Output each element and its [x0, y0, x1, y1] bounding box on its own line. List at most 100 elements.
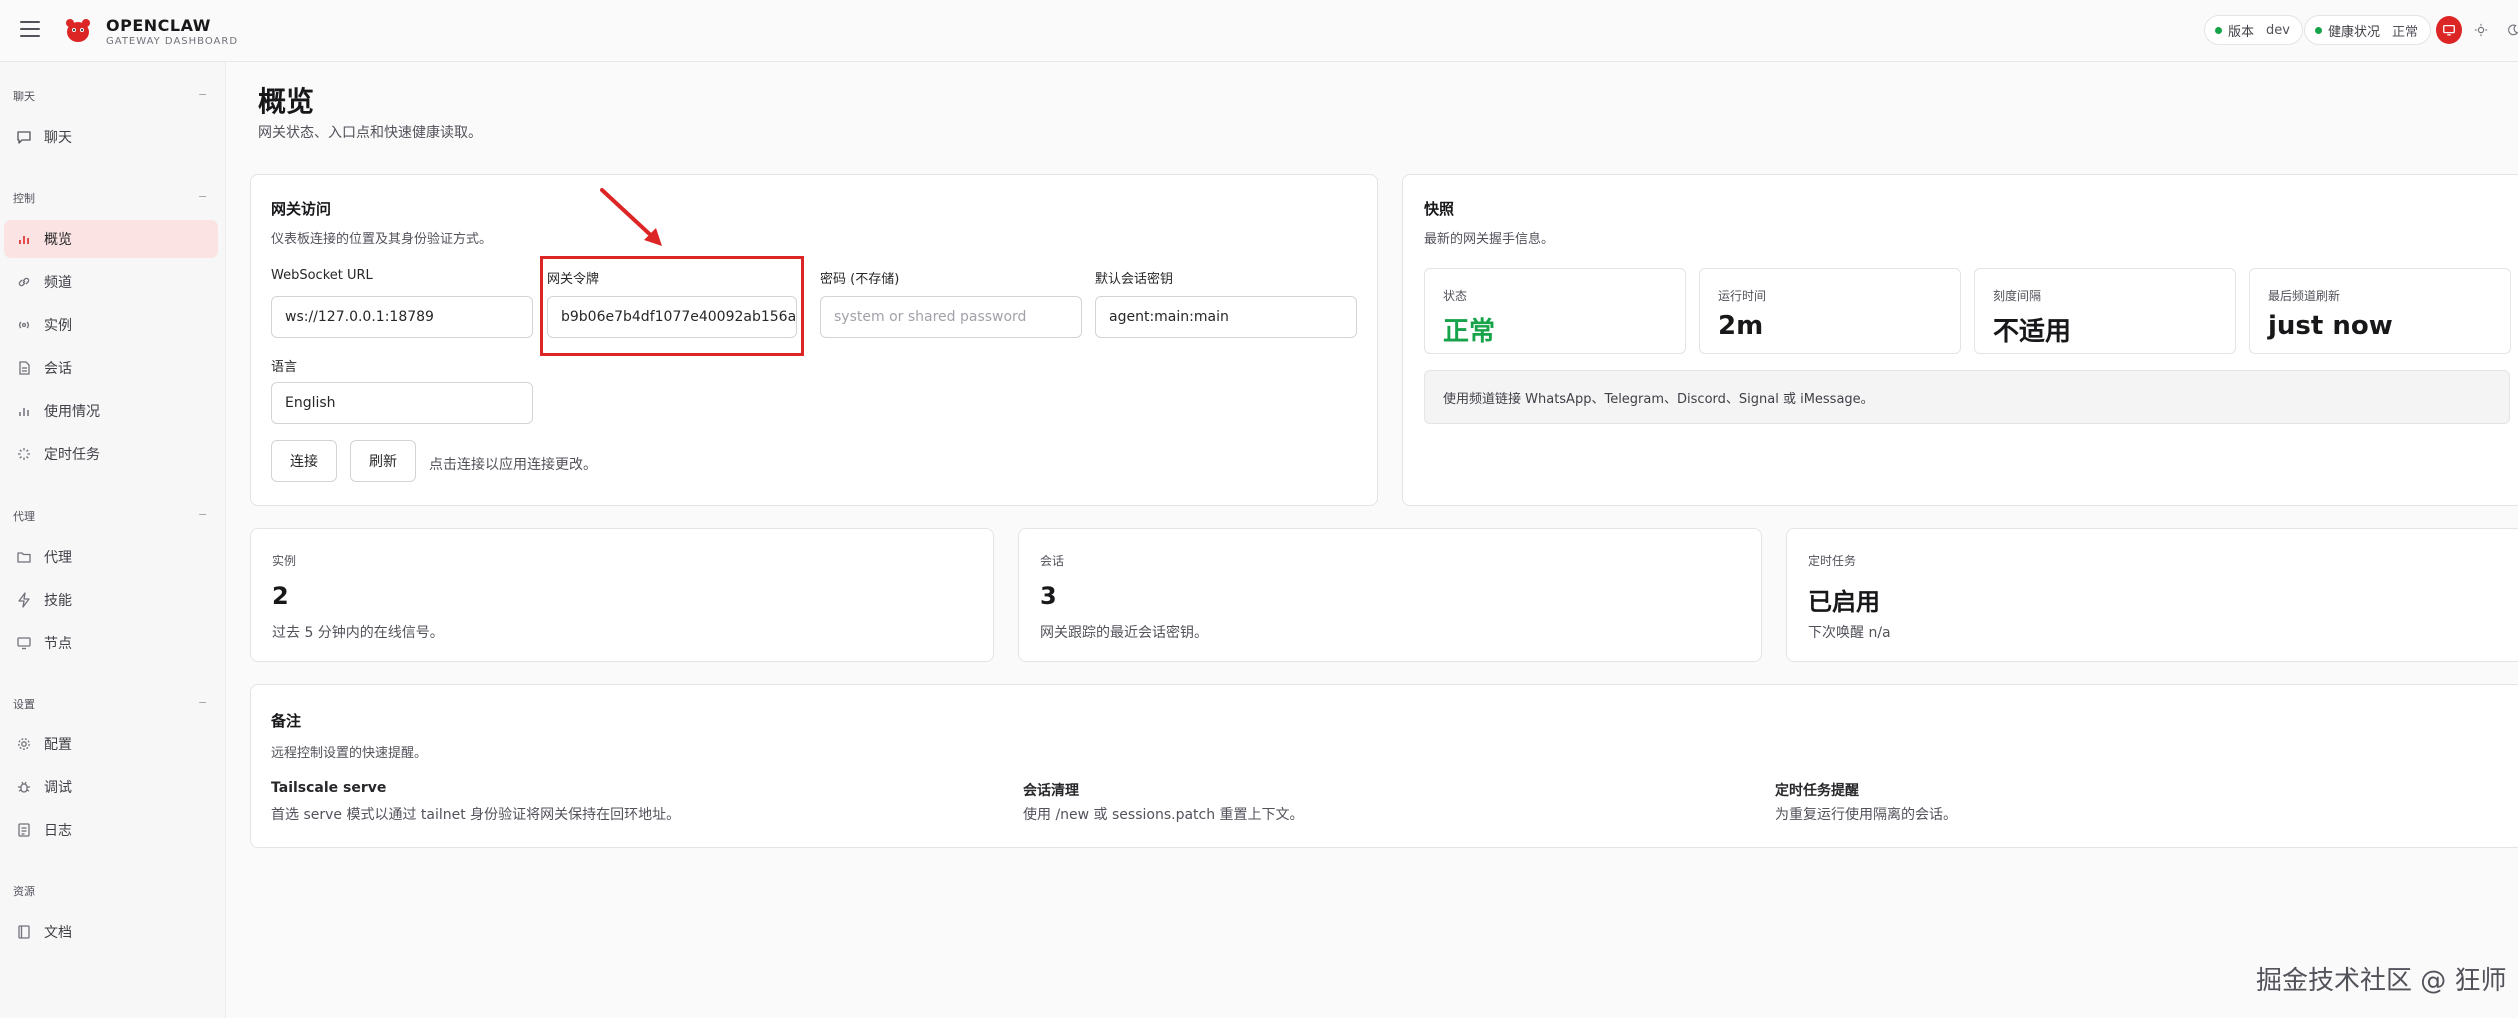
sidebar-item-channels[interactable]: 频道: [4, 263, 218, 301]
stat-label: 最后频道刷新: [2268, 289, 2341, 303]
arrow-annotation-icon: [600, 188, 662, 246]
page-subtitle: 网关状态、入口点和快速健康读取。: [258, 125, 482, 141]
stat-value: 不适用: [1993, 317, 2072, 347]
sidebar-item-usage[interactable]: 使用情况: [4, 392, 218, 430]
collapse-icon[interactable]: −: [198, 190, 207, 203]
message-icon: [17, 131, 31, 144]
sidebar-item-cron[interactable]: 定时任务: [4, 435, 218, 473]
gateway-access-card: [250, 174, 1378, 506]
version-value: dev: [2266, 22, 2290, 38]
stat-value: just now: [2268, 311, 2393, 341]
version-badge: 版本 dev: [2204, 15, 2303, 45]
monitor-icon: [2443, 24, 2455, 36]
theme-toggle[interactable]: [2436, 15, 2518, 45]
sidebar-item-label: 会话: [44, 361, 72, 377]
language-select[interactable]: English: [271, 382, 533, 424]
theme-light-button[interactable]: [2468, 16, 2494, 44]
nav-group-settings-label: 设置: [13, 698, 35, 711]
status-dot-icon: [2215, 26, 2222, 34]
log-icon: [18, 823, 30, 837]
theme-system-button[interactable]: [2436, 16, 2462, 44]
sidebar-item-agents[interactable]: 代理: [4, 538, 218, 576]
connect-hint: 点击连接以应用连接更改。: [429, 457, 597, 473]
bar-chart-icon: [19, 236, 29, 244]
stat-tick-interval: 刻度间隔 不适用: [1974, 268, 2236, 354]
session-key-label: 默认会话密钥: [1095, 272, 1174, 287]
status-dot-icon: [2315, 26, 2322, 34]
sidebar-item-label: 使用情况: [44, 404, 100, 420]
highlight-box: [540, 256, 804, 356]
theme-dark-button[interactable]: [2500, 16, 2518, 44]
metric-label: 定时任务: [1808, 554, 1857, 568]
metric-label: 会话: [1040, 554, 1065, 568]
gateway-access-title: 网关访问: [271, 200, 332, 218]
brand-subtitle: GATEWAY DASHBOARD: [106, 36, 239, 47]
stat-uptime: 运行时间 2m: [1699, 268, 1961, 354]
notes-subtitle: 远程控制设置的快速提醒。: [271, 746, 428, 761]
folder-icon: [17, 552, 31, 563]
stat-value: 2m: [1718, 311, 1764, 341]
sidebar-item-sessions[interactable]: 会话: [4, 349, 218, 387]
sidebar-item-docs[interactable]: 文档: [4, 913, 218, 951]
sun-icon: [2474, 23, 2488, 37]
menu-icon[interactable]: [20, 21, 40, 39]
websocket-url-input[interactable]: ws://127.0.0.1:18789: [271, 296, 533, 338]
sidebar-item-chat[interactable]: 聊天: [4, 118, 218, 156]
health-value: 正常: [2392, 24, 2419, 40]
sidebar-item-nodes[interactable]: 节点: [4, 624, 218, 662]
monitor-icon: [17, 637, 31, 650]
health-label: 健康状况: [2328, 24, 2381, 40]
sidebar-item-skills[interactable]: 技能: [4, 581, 218, 619]
stat-label: 刻度间隔: [1993, 289, 2042, 303]
sidebar: 聊天 − 聊天 控制 − 概览 频道 实例 会话 使用情况 定时任务 代理 − …: [0, 62, 226, 1018]
session-key-input[interactable]: agent:main:main: [1095, 296, 1357, 338]
connect-button[interactable]: 连接: [271, 440, 337, 482]
sidebar-item-label: 调试: [44, 780, 72, 796]
page-title: 概览: [258, 85, 315, 118]
websocket-url-label: WebSocket URL: [271, 268, 373, 283]
metric-card-cron: [1786, 528, 2518, 662]
version-label: 版本: [2228, 24, 2255, 40]
radio-icon: [19, 321, 29, 329]
note-head: 定时任务提醒: [1775, 783, 1859, 799]
sidebar-item-label: 频道: [44, 275, 72, 291]
password-label: 密码 (不存储): [820, 272, 900, 287]
metric-sub: 网关跟踪的最近会话密钥。: [1040, 625, 1208, 641]
channels-notice: 使用频道链接 WhatsApp、Telegram、Discord、Signal …: [1424, 370, 2510, 424]
refresh-button[interactable]: 刷新: [350, 440, 416, 482]
sidebar-item-label: 实例: [44, 318, 72, 334]
password-input[interactable]: system or shared password: [820, 296, 1082, 338]
link-icon: [18, 277, 30, 287]
collapse-icon[interactable]: −: [198, 696, 207, 709]
metric-label: 实例: [272, 554, 297, 568]
metric-sub: 过去 5 分钟内的在线信号。: [272, 625, 444, 641]
health-badge: 健康状况 正常: [2304, 15, 2432, 45]
snapshot-subtitle: 最新的网关握手信息。: [1424, 232, 1555, 247]
sidebar-item-label: 概览: [44, 232, 72, 248]
sidebar-item-config[interactable]: 配置: [4, 725, 218, 763]
metric-sub: 下次唤醒 n/a: [1808, 625, 1891, 641]
note-body: 使用 /new 或 sessions.patch 重置上下文。: [1023, 807, 1304, 823]
nav-group-resources-label: 资源: [13, 885, 35, 898]
note-body: 首选 serve 模式以通过 tailnet 身份验证将网关保持在回环地址。: [271, 807, 681, 823]
sidebar-item-label: 技能: [44, 593, 72, 609]
sidebar-item-overview[interactable]: 概览: [4, 220, 218, 258]
collapse-icon[interactable]: −: [198, 508, 207, 521]
sidebar-item-label: 日志: [44, 823, 72, 839]
stat-label: 运行时间: [1718, 289, 1767, 303]
note-head: 会话清理: [1023, 783, 1079, 799]
brand-title: OPENCLAW: [106, 16, 211, 35]
bar-chart-icon: [19, 408, 29, 416]
sidebar-item-logs[interactable]: 日志: [4, 811, 218, 849]
sidebar-item-instances[interactable]: 实例: [4, 306, 218, 344]
metric-value: 2: [272, 582, 289, 610]
metric-value: 3: [1040, 582, 1057, 610]
zap-icon: [18, 592, 30, 608]
stat-status: 状态 正常: [1424, 268, 1686, 354]
collapse-icon[interactable]: −: [198, 88, 207, 101]
logo-icon: [66, 19, 90, 42]
metric-value: 已启用: [1808, 588, 1880, 616]
sidebar-item-debug[interactable]: 调试: [4, 768, 218, 806]
sidebar-item-label: 节点: [44, 636, 72, 652]
watermark: 掘金技术社区 @ 狂师: [2256, 966, 2507, 996]
